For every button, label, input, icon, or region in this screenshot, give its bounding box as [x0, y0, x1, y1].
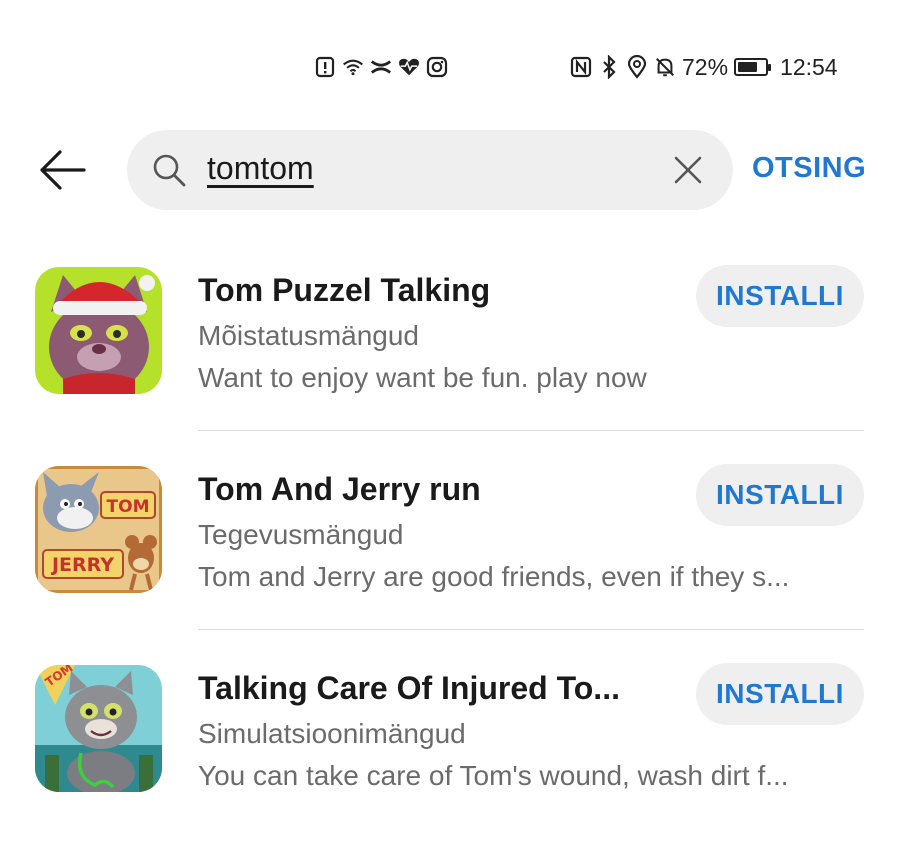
svg-text:JERRY: JERRY	[50, 554, 114, 576]
app-category: Tegevusmängud	[198, 519, 404, 550]
app-description: Want to enjoy want be fun. play now	[198, 362, 647, 393]
bluetooth-icon	[598, 55, 620, 79]
app-description: Tom and Jerry are good friends, even if …	[198, 561, 790, 592]
result-item-2[interactable]: TOM JERRY Tom And Jerry run Tegevusmängu…	[0, 459, 900, 649]
app-title[interactable]: Tom And Jerry run	[198, 471, 481, 508]
status-right-icons: 72% 12:54	[570, 50, 838, 84]
status-left-icons	[314, 50, 448, 84]
divider	[198, 430, 864, 431]
battery-level	[738, 62, 758, 72]
bell-off-icon	[654, 56, 676, 78]
divider	[198, 629, 864, 630]
alert-icon	[314, 56, 336, 78]
nfc-icon	[570, 56, 592, 78]
svg-text:TOM: TOM	[107, 497, 150, 517]
search-input[interactable]: tomtom	[207, 150, 314, 187]
ua-logo-icon	[370, 56, 392, 78]
install-button[interactable]: INSTALLI	[696, 663, 864, 725]
heart-rate-icon	[398, 56, 420, 78]
clock: 12:54	[780, 53, 838, 80]
back-arrow-icon	[40, 150, 86, 190]
app-category: Simulatsioonimängud	[198, 718, 466, 749]
search-icon	[153, 154, 186, 187]
search-submit-button[interactable]: OTSING	[752, 152, 866, 185]
back-button[interactable]	[38, 145, 88, 195]
instagram-icon	[426, 56, 448, 78]
result-item-1[interactable]: Tom Puzzel Talking Mõistatusmängud Want …	[0, 260, 900, 450]
app-title[interactable]: Tom Puzzel Talking	[198, 272, 490, 309]
wifi-icon	[342, 56, 364, 78]
app-category: Mõistatusmängud	[198, 320, 420, 351]
app-icon-tom-puzzel[interactable]	[35, 267, 162, 394]
app-icon-talking-care[interactable]: TOM	[35, 665, 162, 792]
battery-percent: 72%	[682, 53, 729, 80]
status-bar: 72% 12:54	[0, 50, 900, 84]
clear-icon[interactable]	[673, 155, 703, 185]
battery-icon	[734, 58, 772, 76]
install-button[interactable]: INSTALLI	[696, 464, 864, 526]
app-description: You can take care of Tom's wound, wash d…	[198, 760, 789, 791]
app-title[interactable]: Talking Care Of Injured To...	[198, 670, 620, 707]
search-bar[interactable]: tomtom	[127, 130, 733, 210]
install-button[interactable]: INSTALLI	[696, 265, 864, 327]
location-icon	[626, 55, 648, 79]
app-icon-tom-and-jerry[interactable]: TOM JERRY	[35, 466, 162, 593]
